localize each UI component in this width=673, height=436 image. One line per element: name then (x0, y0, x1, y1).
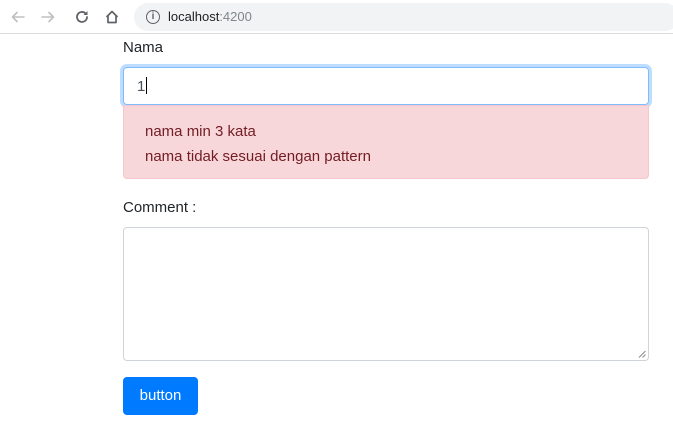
back-arrow-icon[interactable] (7, 6, 29, 28)
forward-arrow-icon[interactable] (37, 6, 59, 28)
info-icon[interactable]: i (146, 10, 160, 24)
validation-error-alert: nama min 3 kata nama tidak sesuai dengan… (123, 105, 649, 179)
nama-input[interactable]: 1 (123, 67, 649, 105)
comment-label: Comment : (123, 199, 197, 216)
text-caret (146, 77, 148, 94)
comment-textarea[interactable] (123, 227, 649, 361)
submit-button[interactable]: button (123, 377, 198, 415)
url-port: :4200 (219, 9, 252, 24)
resize-grip-icon[interactable] (638, 350, 646, 358)
nama-label: Nama (123, 39, 164, 56)
nama-input-value: 1 (137, 78, 146, 95)
error-message: nama tidak sesuai dengan pattern (145, 148, 371, 165)
browser-toolbar: i localhost:4200 (0, 0, 673, 34)
url-text: localhost:4200 (168, 9, 252, 25)
home-icon[interactable] (101, 6, 123, 28)
reload-icon[interactable] (71, 6, 93, 28)
address-bar[interactable]: i localhost:4200 (134, 3, 673, 31)
url-host: localhost (168, 9, 220, 24)
error-message: nama min 3 kata (145, 123, 256, 140)
